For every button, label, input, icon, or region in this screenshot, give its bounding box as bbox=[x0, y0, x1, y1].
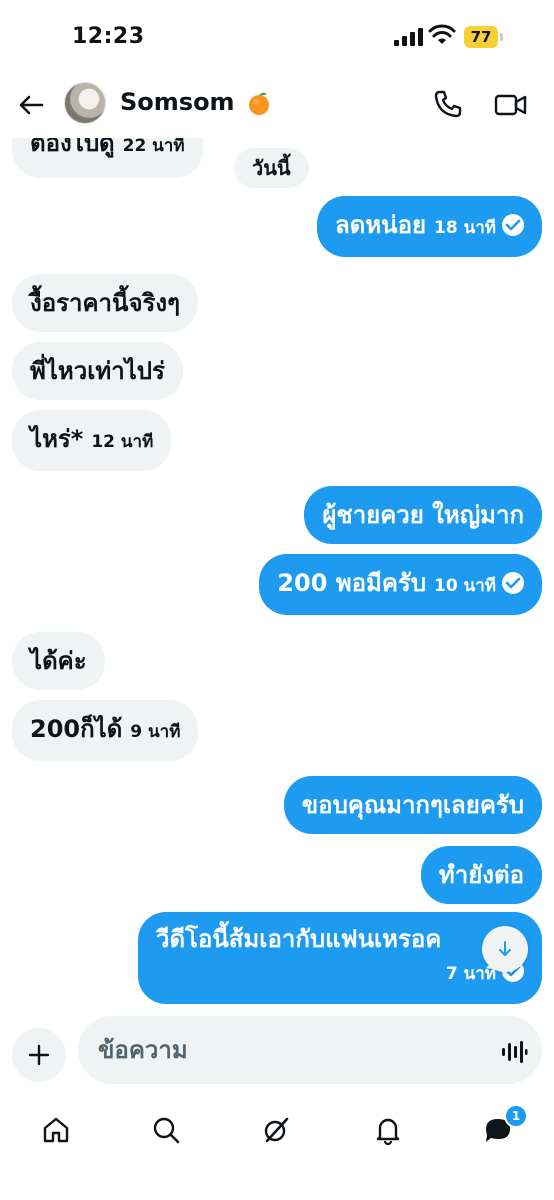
wifi-icon bbox=[428, 24, 456, 44]
message-list[interactable]: ต้องไปดู 22 นาที วันนี้ ลดหน่อย 18 นาที งื… bbox=[0, 120, 554, 1010]
clock: 12:23 bbox=[72, 24, 145, 49]
status-bar: 12:23 77 bbox=[0, 0, 554, 70]
read-receipt-icon bbox=[502, 572, 524, 594]
message-outgoing[interactable]: ขอบคุณมากๆเลยครับ bbox=[283, 776, 542, 834]
plus-icon bbox=[28, 1044, 50, 1066]
message-input[interactable] bbox=[78, 1016, 542, 1084]
nav-grok[interactable] bbox=[256, 1110, 296, 1150]
messages-badge: 1 bbox=[504, 1104, 528, 1128]
bottom-navigation: 1 bbox=[0, 1096, 554, 1200]
scroll-to-bottom-button[interactable] bbox=[482, 926, 528, 972]
voice-message-icon[interactable] bbox=[500, 1038, 528, 1066]
notifications-icon bbox=[376, 1118, 400, 1145]
avatar[interactable] bbox=[64, 82, 106, 124]
message-timestamp: 7 นาที bbox=[445, 964, 496, 984]
arrow-down-icon bbox=[499, 941, 511, 956]
cellular-signal-icon bbox=[394, 28, 423, 46]
search-icon bbox=[153, 1117, 180, 1144]
message-timestamp: 9 นาที bbox=[130, 722, 181, 742]
message-incoming[interactable]: งื้อราคานี้จริงๆ bbox=[12, 274, 198, 332]
message-incoming[interactable]: ไหร่* 12 นาที bbox=[12, 410, 172, 471]
back-arrow-icon bbox=[19, 95, 44, 115]
nav-search[interactable] bbox=[146, 1110, 186, 1150]
grok-icon bbox=[264, 1117, 289, 1143]
back-button[interactable] bbox=[14, 88, 48, 122]
nav-notifications[interactable] bbox=[368, 1110, 408, 1150]
message-timestamp: 18 นาที bbox=[434, 218, 496, 238]
orange-emoji-icon bbox=[249, 92, 269, 115]
message-composer bbox=[0, 1010, 554, 1096]
message-timestamp: 10 นาที bbox=[434, 576, 496, 596]
battery-icon: 77 bbox=[464, 26, 504, 48]
message-timestamp: 12 นาที bbox=[91, 432, 154, 452]
message-incoming[interactable]: พี่ไหวเท่าไปร่ bbox=[12, 342, 183, 400]
contact-name[interactable]: Somsom bbox=[120, 88, 235, 116]
battery-level: 77 bbox=[464, 26, 498, 48]
conversation-header: Somsom bbox=[0, 72, 554, 138]
video-call-button[interactable] bbox=[494, 90, 528, 120]
add-attachment-button[interactable] bbox=[12, 1028, 66, 1082]
message-outgoing[interactable]: ทำยังต่อ bbox=[420, 846, 542, 904]
message-outgoing[interactable]: วีดีโอนี้ส้มเอากับแฟนเหรอค 7 นาที bbox=[138, 912, 542, 1004]
phone-call-button[interactable] bbox=[432, 88, 464, 120]
message-outgoing[interactable]: ลดหน่อย 18 นาที bbox=[317, 196, 542, 257]
date-divider: วันนี้ bbox=[234, 148, 309, 188]
message-incoming[interactable]: ได้ค่ะ bbox=[12, 632, 105, 690]
home-icon bbox=[43, 1117, 69, 1143]
message-outgoing[interactable]: ผู้ชายควย ใหญ่มาก bbox=[304, 486, 542, 544]
message-incoming[interactable]: 200ก็ได้ 9 นาที bbox=[12, 700, 199, 761]
nav-home[interactable] bbox=[36, 1110, 76, 1150]
read-receipt-icon bbox=[502, 214, 524, 236]
message-outgoing[interactable]: 200 พอมีครับ 10 นาที bbox=[259, 554, 542, 615]
message-timestamp: 22 นาที bbox=[122, 136, 185, 156]
